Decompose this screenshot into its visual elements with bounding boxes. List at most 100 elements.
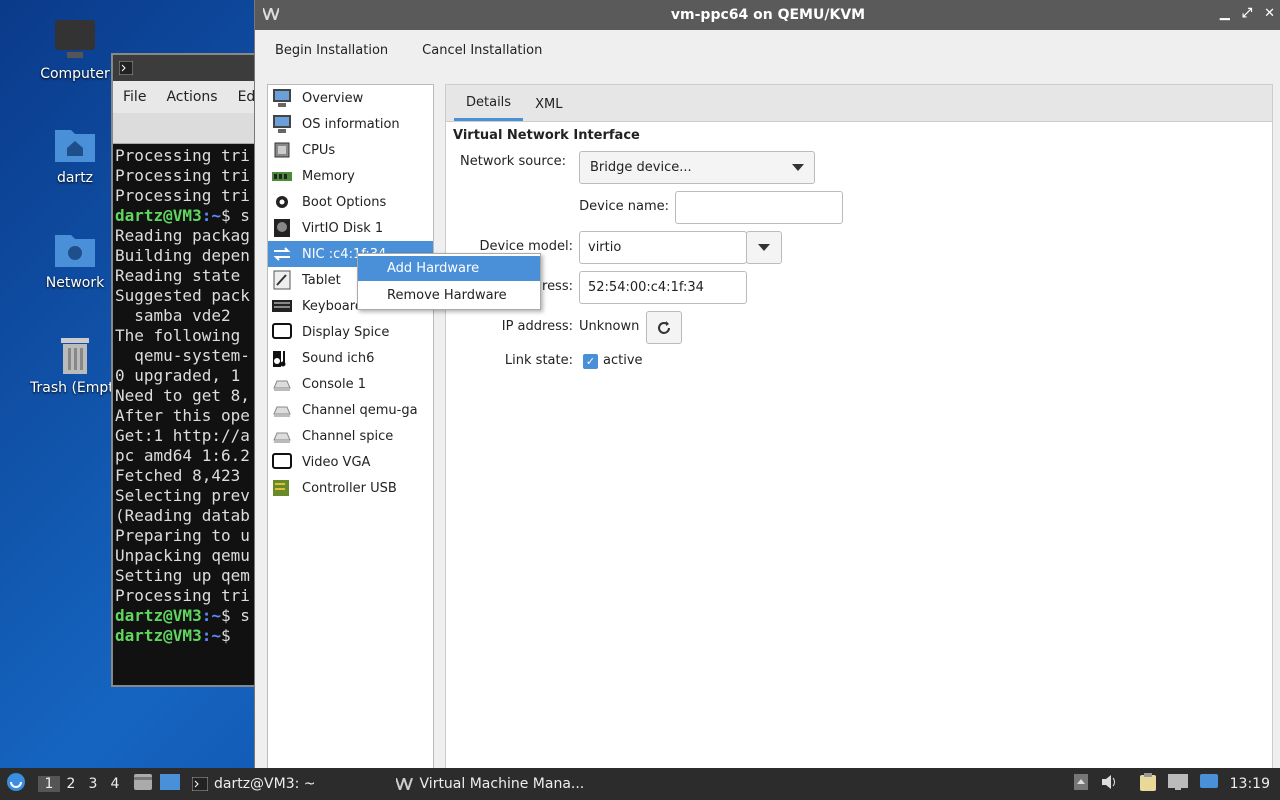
hardware-item[interactable]: Console 1 [268,371,433,397]
trash-icon [61,338,89,374]
maximize-icon[interactable]: ⤢ [1242,6,1252,21]
window-titlebar[interactable]: vm-ppc64 on QEMU/KVM ▁ ⤢ ✕ [255,0,1280,30]
clock[interactable]: 13:19 [1230,776,1270,792]
tab-details[interactable]: Details [454,87,524,121]
menu-file[interactable]: File [113,89,156,105]
prompt-command: $ [220,626,241,645]
cancel-installation-button[interactable]: Cancel Installation [422,43,542,58]
tab-bar: Details XML [446,85,1272,122]
device-model-dropdown-button[interactable] [746,231,782,264]
hardware-item[interactable]: Boot Options [268,189,433,215]
network-source-value: Bridge device... [590,160,692,175]
hardware-item-label: Video VGA [302,454,371,470]
hardware-item-label: Channel qemu-ga [302,402,418,418]
task-virt-manager[interactable]: Virtual Machine Mana... [395,776,584,792]
memory-icon [271,165,293,187]
tablet-icon [271,269,293,291]
hardware-item[interactable]: VirtIO Disk 1 [268,215,433,241]
hardware-item[interactable]: Overview [268,85,433,111]
refresh-ip-button[interactable] [646,311,682,344]
workspace-1[interactable]: 1 [38,776,60,792]
context-menu: Add Hardware Remove Hardware [357,253,541,310]
hardware-item[interactable]: Memory [268,163,433,189]
scroll-arrow-icon[interactable] [1073,774,1088,794]
mac-address-field[interactable]: 52:54:00:c4:1f:34 [579,271,747,304]
desktop-icon-home[interactable]: dartz [30,122,120,186]
desktop-icon-network[interactable]: Network [30,227,120,291]
install-toolbar: Begin Installation Cancel Installation [255,30,1280,70]
clipboard-icon[interactable] [1139,773,1156,795]
terminal-line: Preparing to u [115,526,250,545]
ip-address-value: Unknown [579,319,640,334]
serial-icon [271,399,293,421]
workspace-4[interactable]: 4 [104,776,126,792]
refresh-icon [658,320,670,334]
network-source-dropdown[interactable]: Bridge device... [579,151,815,184]
network-status-icon[interactable] [1167,774,1188,794]
hardware-item[interactable]: Controller USB [268,475,433,501]
file-manager-icon[interactable] [134,774,152,794]
network-arrows-icon [271,243,293,265]
menu-actions[interactable]: Actions [156,89,227,105]
display-icon [271,321,293,343]
hardware-item[interactable]: CPUs [268,137,433,163]
network-source-label: Network source: [460,154,566,169]
cpu-icon [271,139,293,161]
terminal-output[interactable]: Processing tri Processing tri Processing t… [113,144,258,648]
terminal-line: pc amd64 1:6.2 [115,446,250,465]
workspace-3[interactable]: 3 [82,776,104,792]
computer-icon [55,20,95,58]
start-menu-icon[interactable] [6,772,26,796]
hardware-item-label: Controller USB [302,480,397,496]
terminal-window[interactable]: File Actions Ed Processing tri Processing… [111,53,260,687]
monitor-icon [271,113,293,135]
hardware-item-label: CPUs [302,142,336,158]
terminal-titlebar[interactable] [113,55,258,81]
close-icon[interactable]: ✕ [1264,6,1275,21]
terminal-line: Reading state [115,266,250,285]
menu-item-remove-hardware[interactable]: Remove Hardware [358,283,540,308]
terminal-line: The following [115,326,250,345]
workspace-2[interactable]: 2 [60,776,82,792]
hardware-item[interactable]: Video VGA [268,449,433,475]
hardware-item[interactable]: Display Spice [268,319,433,345]
desktop-icon-trash[interactable]: Trash (Empty) [30,332,128,396]
prompt-command: $ s [220,206,250,225]
terminal-line: dartz@VM3:~$ [115,626,256,646]
section-title: Virtual Network Interface [453,128,640,143]
prompt-user: dartz@VM3 [115,606,202,625]
prompt-path: :~ [201,606,221,625]
link-state-checkbox[interactable]: ✓ [583,354,598,369]
device-name-label: Device name: [579,199,669,214]
hardware-item[interactable]: Channel spice [268,423,433,449]
sound-icon [271,347,293,369]
notification-icon[interactable] [1199,774,1218,794]
hardware-item-label: Display Spice [302,324,390,340]
controller-icon [271,477,293,499]
tab-xml[interactable]: XML [523,87,574,121]
terminal-line: 0 upgraded, 1 [115,366,250,385]
hardware-item[interactable]: Sound ich6 [268,345,433,371]
hardware-item-label: Tablet [302,272,341,288]
terminal-line: Get:1 http://a [115,426,250,445]
desktop-icon-computer[interactable]: Computer [30,18,120,82]
hardware-item[interactable]: OS information [268,111,433,137]
desktop-icon-label: Computer [40,66,110,82]
menu-item-add-hardware[interactable]: Add Hardware [358,256,540,281]
hardware-item-label: Overview [302,90,364,106]
terminal-line: Processing tri [115,146,250,165]
begin-installation-button[interactable]: Begin Installation [275,43,388,58]
desktop-icon-label: Trash (Empty) [30,380,128,396]
device-model-label: Device model: [479,239,573,254]
device-model-combo[interactable]: virtio [579,231,747,264]
task-terminal[interactable]: dartz@VM3: ~ [192,776,316,792]
device-name-field[interactable] [675,191,843,224]
vm-details-window: vm-ppc64 on QEMU/KVM ▁ ⤢ ✕ Begin Install… [254,0,1280,770]
minimize-icon[interactable]: ▁ [1220,6,1230,21]
hardware-item[interactable]: Channel qemu-ga [268,397,433,423]
terminal-toolbar [113,113,258,144]
system-tray: 13:19 [1073,768,1280,800]
volume-icon[interactable] [1100,774,1118,794]
show-desktop-icon[interactable] [160,774,180,794]
prompt-user: dartz@VM3 [115,206,202,225]
